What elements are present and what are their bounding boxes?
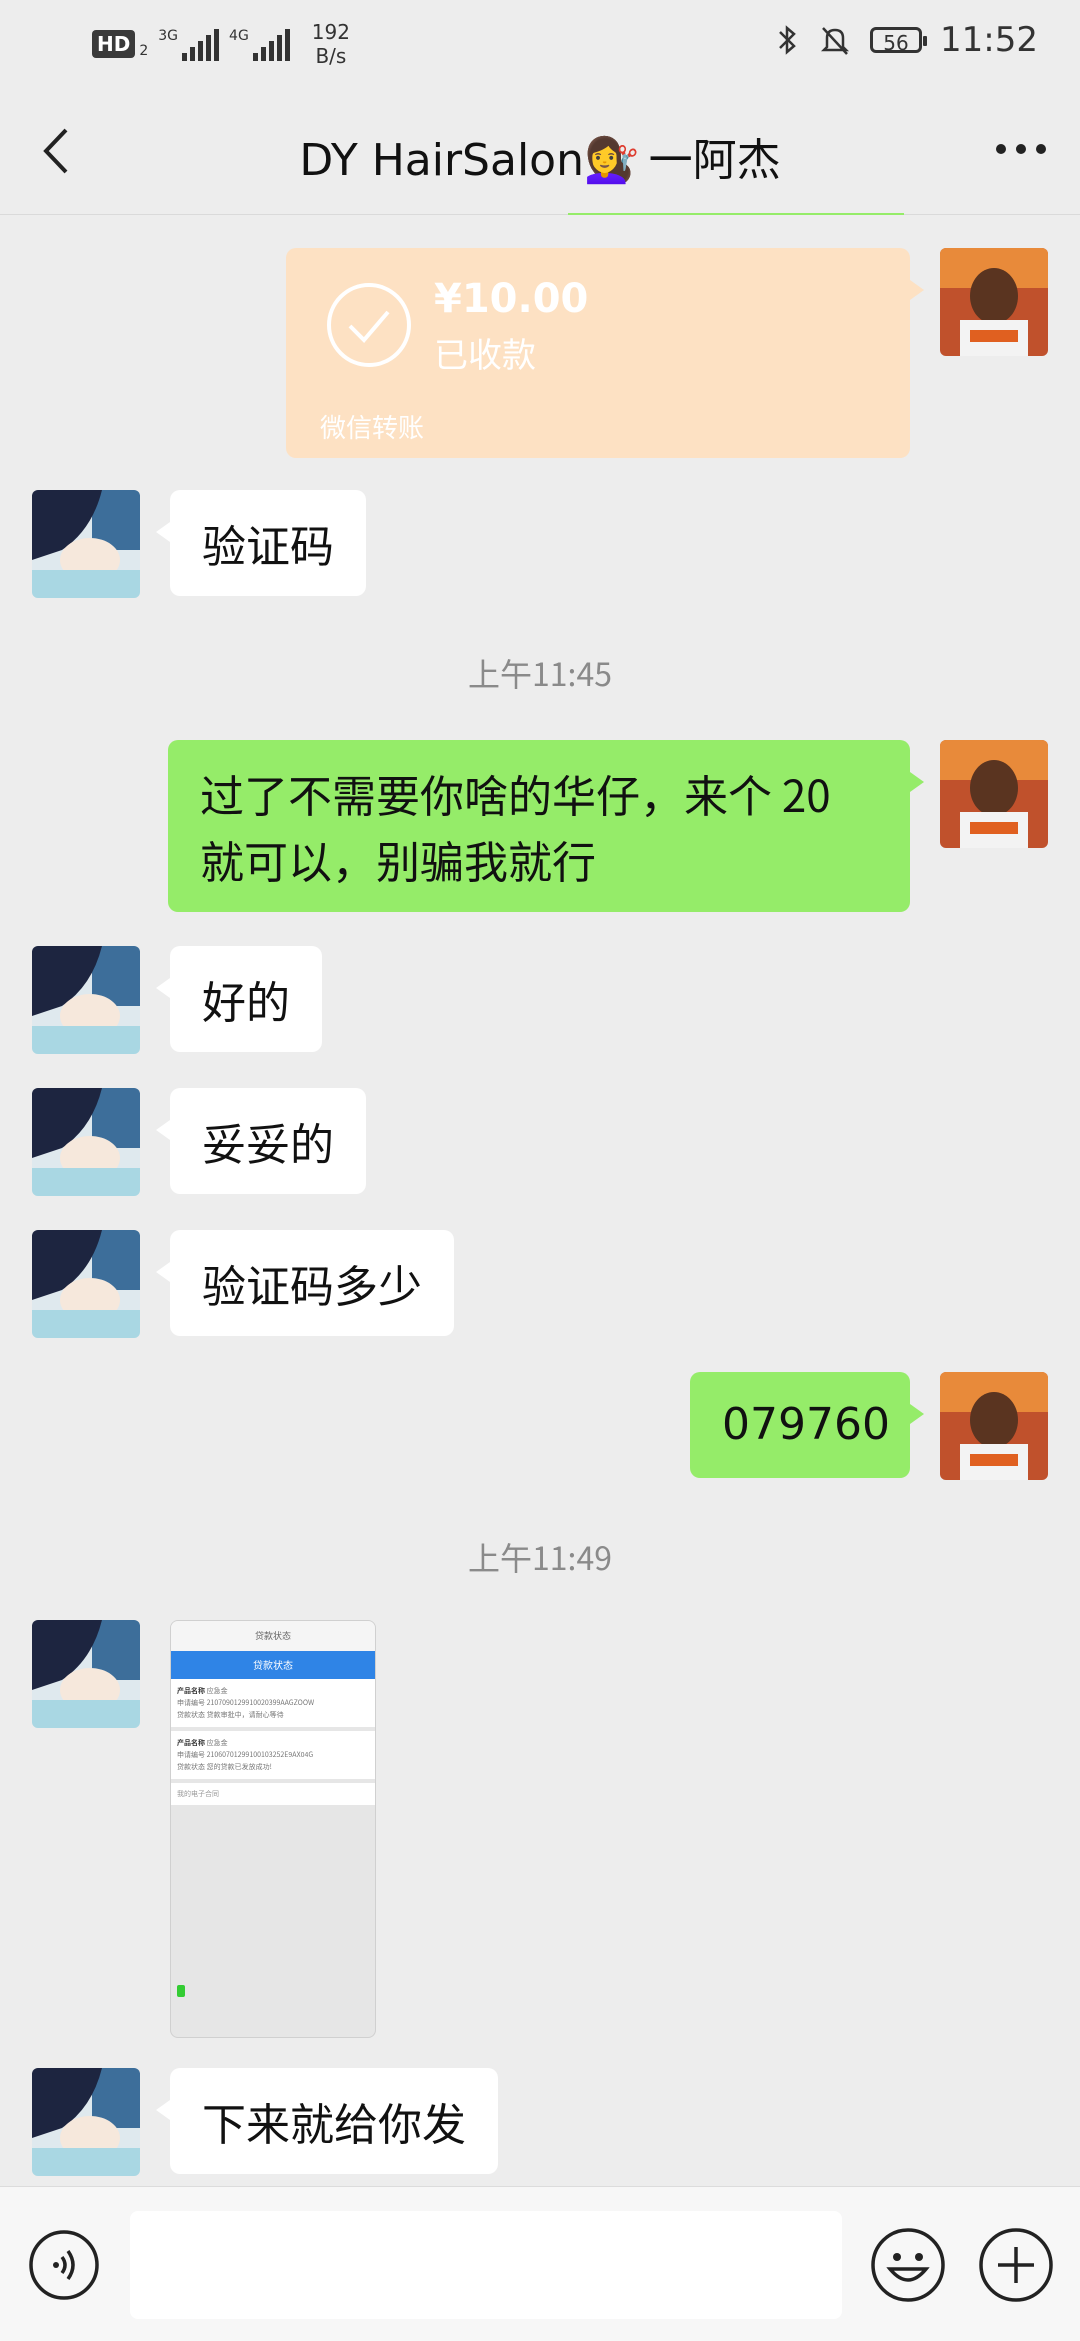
thumb-link: 我的电子合同 xyxy=(171,1783,375,1805)
network-speed: 192 B/s xyxy=(312,20,350,68)
status-right: 56 11:52 xyxy=(776,20,1038,60)
message-bubble-incoming[interactable]: 验证码多少 xyxy=(156,1230,454,1336)
network-label-1: 3G xyxy=(158,28,179,44)
mute-bell-icon xyxy=(820,27,850,55)
thumb-bar-title: 贷款状态 xyxy=(171,1651,375,1679)
thumb-top-title: 贷款状态 xyxy=(171,1621,375,1651)
thumb-card: 产品名称 应急金 申请编号 2107090129910020399AAGZOOW… xyxy=(171,1679,375,1727)
network-label-2: 4G xyxy=(229,28,249,44)
timestamp: 上午11:45 xyxy=(468,650,612,696)
hd-sub: 2 xyxy=(139,43,149,59)
chat-header: DY HairSalon💇‍♀️ 一阿杰 xyxy=(0,84,1080,215)
speed-unit: B/s xyxy=(315,44,347,68)
message-input[interactable] xyxy=(130,2211,842,2319)
thumb-value: 2107090129910020399AAGZOOW xyxy=(206,1698,315,1708)
thumb-floating-icon xyxy=(177,1985,185,1997)
thumb-label: 贷款状态 xyxy=(177,1710,205,1720)
thumb-label: 贷款状态 xyxy=(177,1762,205,1772)
thumb-label: 产品名称 xyxy=(177,1686,205,1696)
message-bubble-incoming[interactable]: 好的 xyxy=(156,946,322,1052)
message-bubble-incoming[interactable]: 下来就给你发 xyxy=(156,2068,498,2174)
contact-avatar[interactable] xyxy=(32,1230,140,1338)
contact-avatar[interactable] xyxy=(32,946,140,1054)
message-bubble-outgoing[interactable]: 079760 xyxy=(690,1372,924,1478)
thumb-value: 21060701299100103252E9AX04G xyxy=(206,1750,314,1760)
message-bubble-incoming[interactable]: 验证码 xyxy=(156,490,366,596)
message-bubble-incoming[interactable]: 妥妥的 xyxy=(156,1088,366,1194)
contact-avatar[interactable] xyxy=(32,1620,140,1728)
status-bar: HD 2 3G 4G 192 B/s 56 11:52 xyxy=(0,0,1080,84)
signal-bars-icon-1 xyxy=(182,27,220,61)
message-line: 过了不需要你啥的华仔，来个 20 xyxy=(200,761,831,825)
thumb-value: 贷款审批中，请耐心等待 xyxy=(206,1710,284,1720)
more-options-icon[interactable] xyxy=(996,144,1046,154)
voice-input-icon[interactable] xyxy=(28,2229,100,2301)
transfer-status: 已收款 xyxy=(434,328,536,377)
signal-bars-icon-2 xyxy=(252,27,290,61)
contact-avatar[interactable] xyxy=(32,1088,140,1196)
self-avatar[interactable] xyxy=(940,248,1048,356)
more-functions-plus-icon[interactable] xyxy=(978,2227,1054,2303)
thumb-label: 申请编号 xyxy=(177,1698,205,1708)
speed-value: 192 xyxy=(311,20,350,44)
bluetooth-icon xyxy=(779,25,796,55)
self-avatar[interactable] xyxy=(940,1372,1048,1480)
thumb-value: 应急金 xyxy=(206,1686,228,1696)
contact-avatar[interactable] xyxy=(32,2068,140,2176)
thumb-value: 应急金 xyxy=(206,1738,228,1748)
message-bubble-outgoing[interactable]: 过了不需要你啥的华仔，来个 20 就可以，别骗我就行 xyxy=(168,740,924,912)
image-message-thumbnail[interactable]: 贷款状态 贷款状态 产品名称 应急金 申请编号 2107090129910020… xyxy=(170,1620,376,2038)
status-left: HD 2 3G 4G 192 B/s xyxy=(92,20,350,68)
check-circle-icon xyxy=(327,283,411,367)
thumb-value: 您的贷款已发放成功! xyxy=(206,1762,272,1772)
wechat-transfer-card[interactable]: ¥10.00 已收款 微信转账 xyxy=(286,248,924,458)
header-accent-line xyxy=(568,213,904,215)
hairdresser-emoji-icon: 💇‍♀️ xyxy=(583,135,639,186)
transfer-footer: 微信转账 xyxy=(320,408,425,445)
transfer-amount: ¥10.00 xyxy=(434,276,589,322)
chat-input-bar xyxy=(0,2186,1080,2341)
chat-title-suffix: 一阿杰 xyxy=(638,124,781,188)
timestamp: 上午11:49 xyxy=(468,1534,612,1580)
battery-icon: 56 xyxy=(870,27,928,55)
chat-title-prefix: DY HairSalon xyxy=(299,135,584,186)
thumb-label: 申请编号 xyxy=(177,1750,205,1760)
status-time: 11:52 xyxy=(940,20,1038,60)
contact-avatar[interactable] xyxy=(32,490,140,598)
thumb-label: 产品名称 xyxy=(177,1738,205,1748)
chat-title: DY HairSalon💇‍♀️ 一阿杰 xyxy=(0,124,1080,188)
message-line: 就可以，别骗我就行 xyxy=(200,827,596,891)
thumb-card: 产品名称 应急金 申请编号 21060701299100103252E9AX04… xyxy=(171,1731,375,1779)
self-avatar[interactable] xyxy=(940,740,1048,848)
hd-badge: HD xyxy=(92,30,136,58)
emoji-icon[interactable] xyxy=(870,2227,946,2303)
